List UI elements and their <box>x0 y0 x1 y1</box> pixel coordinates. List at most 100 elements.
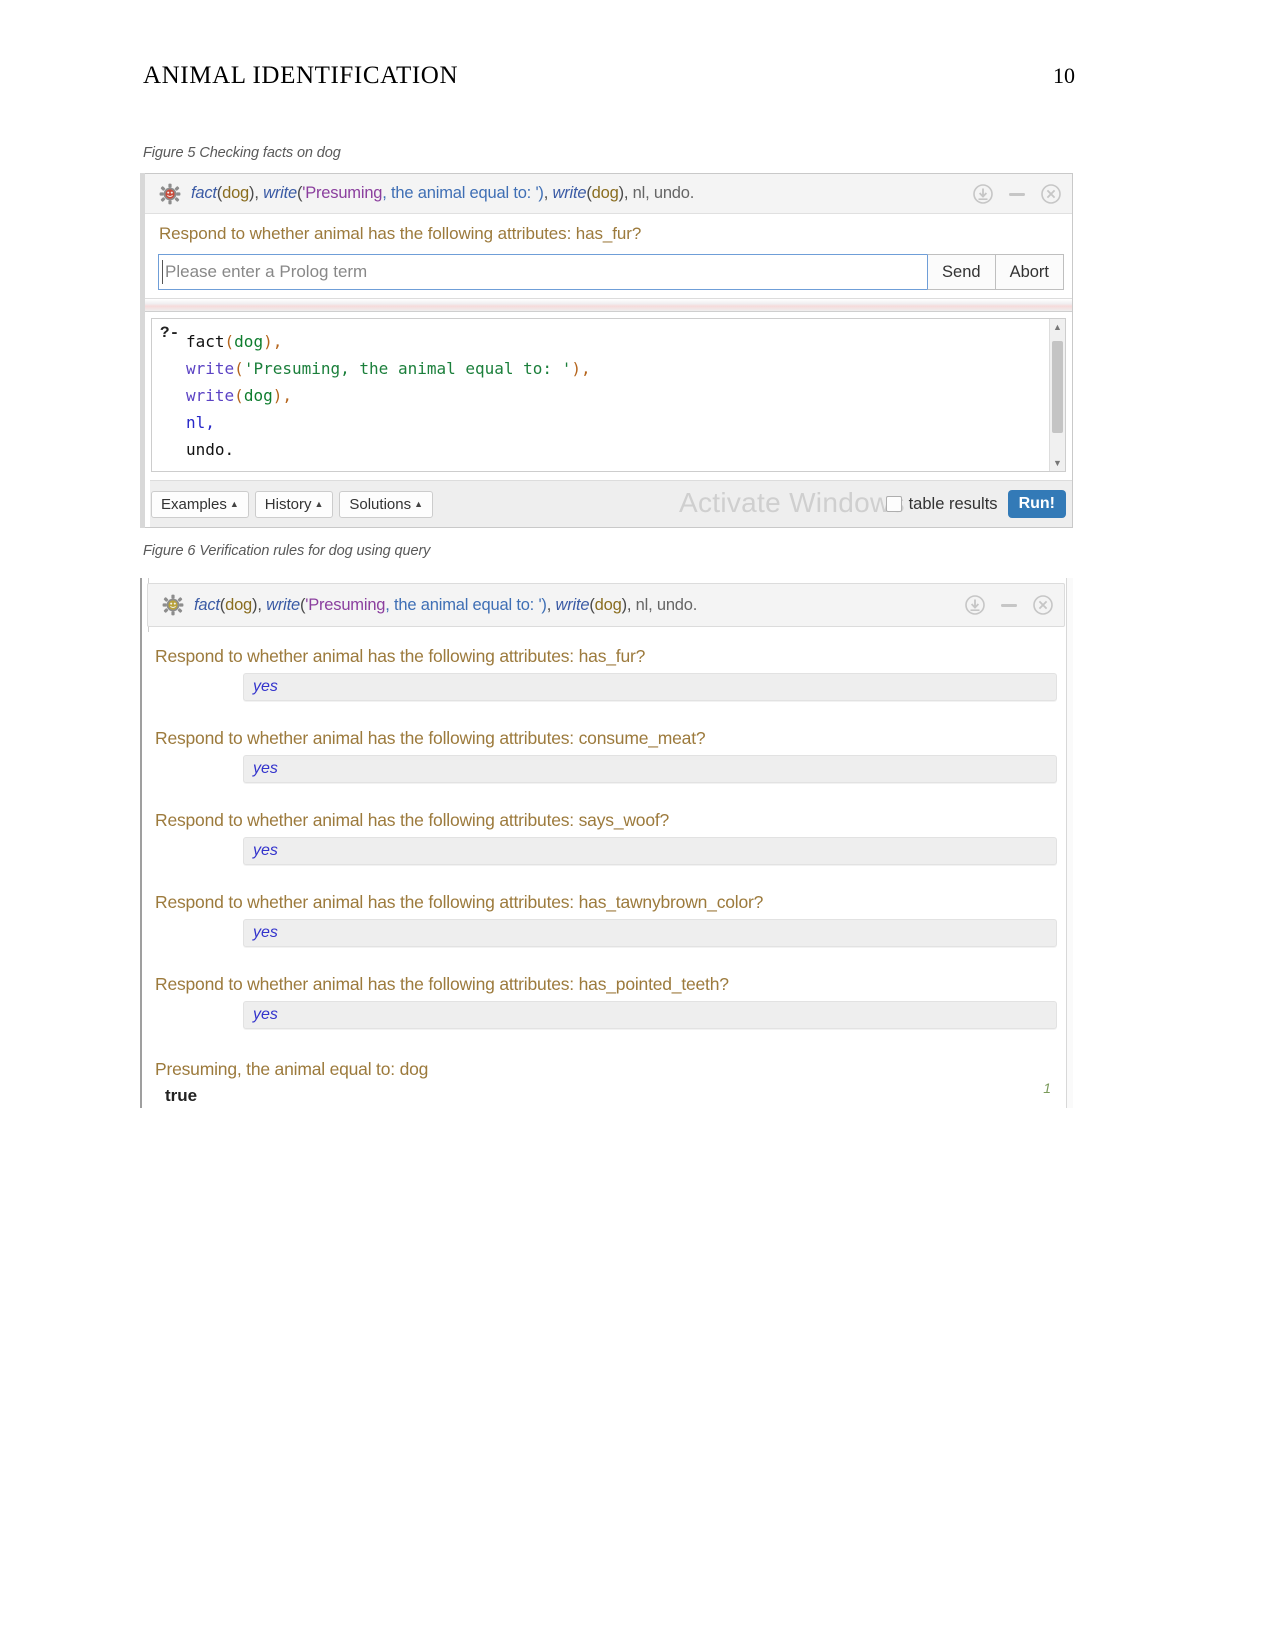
prolog-term-input[interactable]: Please enter a Prolog term <box>158 254 928 290</box>
qa-question: Respond to whether animal has the follow… <box>155 646 646 666</box>
qa-answer-value: yes <box>253 1006 278 1023</box>
chevron-up-icon: ▲ <box>414 498 424 509</box>
send-button[interactable]: Send <box>927 254 996 290</box>
scroll-down-icon[interactable]: ▼ <box>1050 456 1065 470</box>
minimize-icon[interactable] <box>1006 183 1028 205</box>
code-line-2-close: ), <box>571 359 591 378</box>
fig5-prompt-row: Respond to whether animal has the follow… <box>145 214 1072 252</box>
text-caret <box>162 260 163 284</box>
scroll-up-icon[interactable]: ▲ <box>1050 320 1065 334</box>
code-line-1-name: fact <box>186 332 225 351</box>
examples-label: Examples <box>161 495 227 513</box>
editor-scrollbar[interactable]: ▲ ▼ <box>1049 319 1065 471</box>
qa-item: Respond to whether animal has the follow… <box>151 892 1057 947</box>
minimize-icon[interactable] <box>998 594 1020 616</box>
qa-item: Respond to whether animal has the follow… <box>151 810 1057 865</box>
editor-toolbar: Examples ▲ History ▲ Solutions ▲ table r… <box>151 487 1066 521</box>
swish-gear-icon <box>162 594 184 616</box>
close-icon[interactable] <box>1040 183 1062 205</box>
editor-prompt-gutter: ?- <box>152 319 186 471</box>
code-line-2-name: write <box>186 359 235 378</box>
qa-item: Respond to whether animal has the follow… <box>151 646 1057 701</box>
status-true: true <box>165 1086 198 1105</box>
window-right-rail <box>1066 578 1073 1108</box>
close-icon[interactable] <box>1032 594 1054 616</box>
title-write-func-1: write <box>263 184 297 202</box>
page-number: 10 <box>1053 63 1075 88</box>
qa-item: Respond to whether animal has the follow… <box>151 974 1057 1029</box>
title-paren-6: ), <box>618 184 633 202</box>
chevron-up-icon: ▲ <box>314 498 324 509</box>
qa-item: Respond to whether animal has the follow… <box>151 728 1057 783</box>
title-paren-2: ), <box>249 184 264 202</box>
figure-6-swish-window: fact(dog), write('Presuming, the animal … <box>140 578 1073 1108</box>
title-write-func-2: write <box>555 595 590 614</box>
qa-question: Respond to whether animal has the follow… <box>155 974 729 994</box>
figure-5-window-body: fact(dog), write('Presuming, the animal … <box>145 173 1073 528</box>
qa-answer-value: yes <box>253 678 278 695</box>
solutions-button[interactable]: Solutions ▲ <box>339 490 434 518</box>
qa-question: Respond to whether animal has the follow… <box>155 810 670 830</box>
run-button[interactable]: Run! <box>1007 490 1066 518</box>
window-controls <box>964 594 1054 616</box>
code-line-3-close: ), <box>272 386 292 405</box>
panel-divider <box>145 298 1072 312</box>
code-line-3-open: ( <box>234 386 244 405</box>
fig5-answer-row: Please enter a Prolog term Send Abort <box>158 254 1064 290</box>
code-line-4: nl, <box>186 413 215 432</box>
solutions-label: Solutions <box>349 495 412 513</box>
window-controls <box>972 183 1062 205</box>
title-string-2: , the animal equal to: ') <box>385 595 547 614</box>
query-titlebar: fact(dog), write('Presuming, the animal … <box>145 174 1072 214</box>
code-line-5: undo. <box>186 440 235 459</box>
download-icon[interactable] <box>972 183 994 205</box>
query-editor[interactable]: ?- fact(dog), write('Presuming, the anim… <box>151 318 1066 472</box>
title-arg-2: dog <box>591 184 619 202</box>
title-string-2: , the animal equal to: ') <box>382 184 544 202</box>
figure-6-window-body: fact(dog), write('Presuming, the animal … <box>140 578 1073 1108</box>
history-button[interactable]: History ▲ <box>254 490 334 518</box>
code-line-2-open: ( <box>234 359 244 378</box>
title-arg-2: dog <box>594 595 622 614</box>
qa-answer-value: yes <box>253 842 278 859</box>
qa-answer-field[interactable]: yes <box>243 919 1057 947</box>
checkbox-box-icon[interactable] <box>885 496 902 512</box>
conclusion-text: Presuming, the animal equal to: dog <box>155 1059 429 1079</box>
title-paren-2: ), <box>252 595 267 614</box>
qa-question: Respond to whether animal has the follow… <box>155 892 764 912</box>
page-title: ANIMAL IDENTIFICATION <box>143 62 459 89</box>
title-fact-func: fact <box>194 595 220 614</box>
download-icon[interactable] <box>964 594 986 616</box>
figure-5-swish-window: fact(dog), write('Presuming, the animal … <box>140 173 1073 528</box>
query-titlebar: fact(dog), write('Presuming, the animal … <box>147 583 1065 627</box>
code-line-1-close: ), <box>263 332 283 351</box>
title-tail: nl, undo. <box>632 184 695 202</box>
history-label: History <box>264 495 312 513</box>
editor-code[interactable]: fact(dog), write('Presuming, the animal … <box>186 319 1049 471</box>
title-paren-6: ), <box>621 595 636 614</box>
scrollbar-thumb[interactable] <box>1052 341 1063 433</box>
qa-answer-field[interactable]: yes <box>243 673 1057 701</box>
answer-count-badge: 1 <box>1043 1080 1051 1096</box>
examples-button[interactable]: Examples ▲ <box>151 490 249 518</box>
qa-answer-field[interactable]: yes <box>243 1001 1057 1029</box>
title-fact-func: fact <box>191 184 217 202</box>
fig5-ask-question: Respond to whether animal has the follow… <box>159 224 642 243</box>
abort-button[interactable]: Abort <box>995 254 1064 290</box>
title-write-func-2: write <box>552 184 587 202</box>
qa-answer-field[interactable]: yes <box>243 755 1057 783</box>
title-arg-1: dog <box>225 595 253 614</box>
qa-question: Respond to whether animal has the follow… <box>155 728 706 748</box>
query-title-text: fact(dog), write('Presuming, the animal … <box>194 596 964 615</box>
figure-5-caption: Figure 5 Checking facts on dog <box>143 145 341 161</box>
prolog-term-placeholder: Please enter a Prolog term <box>165 262 368 281</box>
qa-answer-value: yes <box>253 760 278 777</box>
table-results-checkbox[interactable]: table results <box>885 495 998 514</box>
document-header: ANIMAL IDENTIFICATION 10 <box>143 62 1075 90</box>
chevron-up-icon: ▲ <box>229 498 239 509</box>
swish-gear-icon <box>159 183 181 205</box>
qa-answer-field[interactable]: yes <box>243 837 1057 865</box>
figure-6-caption: Figure 6 Verification rules for dog usin… <box>143 543 431 559</box>
code-line-1-arg: dog <box>234 332 264 351</box>
qa-answer-value: yes <box>253 924 278 941</box>
